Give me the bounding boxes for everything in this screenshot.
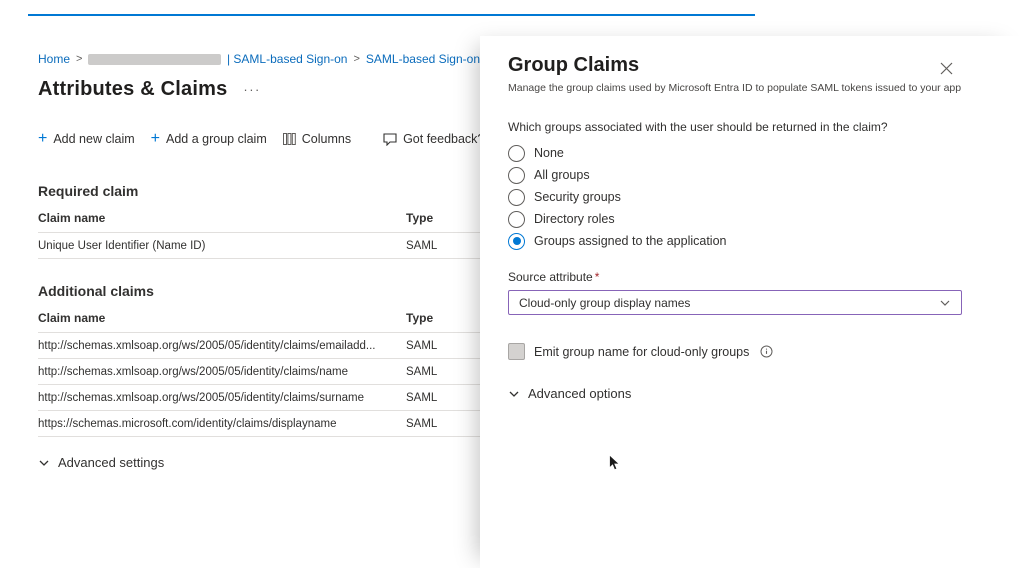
advanced-settings-toggle[interactable]: Advanced settings — [38, 455, 480, 470]
required-asterisk: * — [595, 270, 600, 284]
add-group-claim-button[interactable]: + Add a group claim — [151, 131, 267, 147]
group-claims-panel: Group Claims Manage the group claims use… — [480, 36, 1023, 568]
info-icon[interactable] — [760, 345, 773, 358]
columns-icon — [283, 133, 296, 145]
chevron-down-icon — [939, 297, 951, 309]
required-claim-table: Claim name Type Unique User Identifier (… — [38, 203, 480, 259]
source-attribute-label: Source attribute* — [508, 270, 1023, 284]
checkbox-icon — [508, 343, 525, 360]
radio-label: Security groups — [534, 190, 621, 204]
mouse-cursor — [608, 454, 622, 472]
table-row[interactable]: Unique User Identifier (Name ID) SAML — [38, 233, 480, 259]
radio-option-all-groups[interactable]: All groups — [508, 164, 1023, 186]
breadcrumb-separator: > — [353, 53, 359, 65]
advanced-options-label: Advanced options — [528, 386, 631, 401]
breadcrumb-app-saml-link[interactable]: | SAML-based Sign-on — [227, 52, 348, 66]
chevron-down-icon — [38, 457, 50, 469]
close-icon[interactable] — [940, 62, 953, 75]
claim-type-cell: SAML — [406, 418, 480, 430]
table-header-row: Claim name Type — [38, 303, 480, 333]
table-header-row: Claim name Type — [38, 203, 480, 233]
dropdown-selected-value: Cloud-only group display names — [519, 296, 690, 310]
claim-name-column-header: Claim name — [38, 311, 406, 325]
plus-icon: + — [38, 131, 47, 147]
table-row[interactable]: http://schemas.xmlsoap.org/ws/2005/05/id… — [38, 359, 480, 385]
table-row[interactable]: https://schemas.microsoft.com/identity/c… — [38, 411, 480, 437]
feedback-icon — [383, 133, 397, 146]
table-row[interactable]: http://schemas.xmlsoap.org/ws/2005/05/id… — [38, 385, 480, 411]
group-options-radio-group: None All groups Security groups Director… — [508, 142, 1023, 252]
emit-group-name-checkbox-row[interactable]: Emit group name for cloud-only groups — [508, 343, 1023, 360]
claim-name-cell: https://schemas.microsoft.com/identity/c… — [38, 418, 406, 430]
columns-label: Columns — [302, 132, 351, 146]
additional-claims-heading: Additional claims — [38, 283, 480, 299]
got-feedback-label: Got feedback? — [403, 132, 484, 146]
radio-icon — [508, 189, 525, 206]
type-column-header: Type — [406, 211, 480, 225]
radio-label: Directory roles — [534, 212, 615, 226]
add-new-claim-button[interactable]: + Add new claim — [38, 131, 135, 147]
radio-icon — [508, 167, 525, 184]
columns-button[interactable]: Columns — [283, 132, 351, 146]
radio-icon-selected — [508, 233, 525, 250]
radio-option-security-groups[interactable]: Security groups — [508, 186, 1023, 208]
additional-claims-table: Claim name Type http://schemas.xmlsoap.o… — [38, 303, 480, 437]
radio-label: None — [534, 146, 564, 160]
source-attribute-dropdown[interactable]: Cloud-only group display names — [508, 290, 962, 315]
required-claim-heading: Required claim — [38, 183, 480, 199]
claim-type-cell: SAML — [406, 366, 480, 378]
radio-label: All groups — [534, 168, 590, 182]
breadcrumb-current-page[interactable]: SAML-based Sign-on — [366, 52, 480, 66]
claim-name-column-header: Claim name — [38, 211, 406, 225]
claim-type-cell: SAML — [406, 240, 480, 252]
table-row[interactable]: http://schemas.xmlsoap.org/ws/2005/05/id… — [38, 333, 480, 359]
plus-icon: + — [151, 131, 160, 147]
radio-option-groups-assigned[interactable]: Groups assigned to the application — [508, 230, 1023, 252]
group-claims-question: Which groups associated with the user sh… — [508, 120, 1023, 134]
claim-name-cell: Unique User Identifier (Name ID) — [38, 240, 406, 252]
breadcrumb-separator: > — [76, 53, 82, 65]
add-group-claim-label: Add a group claim — [166, 132, 267, 146]
advanced-options-toggle[interactable]: Advanced options — [508, 386, 1023, 401]
claim-type-cell: SAML — [406, 392, 480, 404]
attributes-claims-pane: Home > | SAML-based Sign-on > SAML-based… — [38, 52, 480, 470]
breadcrumb: Home > | SAML-based Sign-on > SAML-based… — [38, 52, 480, 66]
chevron-down-icon — [508, 388, 520, 400]
checkbox-label: Emit group name for cloud-only groups — [534, 345, 749, 359]
claim-name-cell: http://schemas.xmlsoap.org/ws/2005/05/id… — [38, 366, 406, 378]
toolbar: + Add new claim + Add a group claim Colu… — [38, 131, 480, 147]
add-new-claim-label: Add new claim — [53, 132, 134, 146]
radio-option-directory-roles[interactable]: Directory roles — [508, 208, 1023, 230]
redacted-app-name — [88, 54, 221, 65]
advanced-settings-label: Advanced settings — [58, 455, 164, 470]
radio-icon — [508, 211, 525, 228]
breadcrumb-home-link[interactable]: Home — [38, 52, 70, 66]
claim-type-cell: SAML — [406, 340, 480, 352]
claim-name-cell: http://schemas.xmlsoap.org/ws/2005/05/id… — [38, 392, 406, 404]
radio-option-none[interactable]: None — [508, 142, 1023, 164]
top-accent-line — [28, 14, 755, 16]
source-attribute-text: Source attribute — [508, 270, 593, 284]
type-column-header: Type — [406, 311, 480, 325]
radio-icon — [508, 145, 525, 162]
got-feedback-button[interactable]: Got feedback? — [383, 132, 484, 146]
radio-label: Groups assigned to the application — [534, 234, 727, 248]
more-options-button[interactable]: ··· — [243, 82, 261, 97]
claim-name-cell: http://schemas.xmlsoap.org/ws/2005/05/id… — [38, 340, 406, 352]
panel-description: Manage the group claims used by Microsof… — [508, 82, 1023, 94]
page-title: Attributes & Claims — [38, 78, 227, 101]
